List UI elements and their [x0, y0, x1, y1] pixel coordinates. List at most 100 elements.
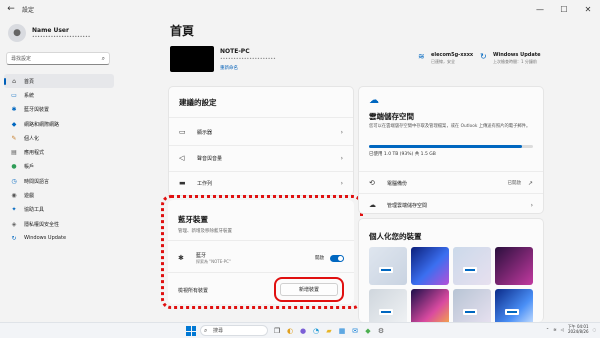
- volume-icon[interactable]: ◁: [561, 327, 564, 332]
- cloud-storage-card: ☁ 雲端儲存空間 您可以在雲端儲存空間中存取及管理檔案，或在 Outlook 上…: [358, 86, 544, 214]
- settings-icon[interactable]: ⚙: [376, 326, 386, 336]
- windows-update-icon: ↻: [11, 234, 17, 242]
- nav-list: ⌂ 首頁 ▭ 系統 ✱ 藍牙與裝置 ◆ 網路和網際網路 ✎ 個人化 ▤ 應用程式 ● 帳戶 ◷ 時間與語言 ◉ 遊…: [4, 74, 114, 246]
- user-profile[interactable]: ● Name User ••••••••••••••••••••••: [8, 24, 90, 42]
- accounts-icon: ●: [11, 163, 17, 171]
- wifi-name: elecom5g-xxxx: [431, 52, 474, 58]
- cloud-manage-icon: ☁: [369, 201, 376, 209]
- explorer-icon[interactable]: ▰: [324, 326, 334, 336]
- theme-thumbnail[interactable]: [411, 247, 449, 285]
- cloud-row-label: 電腦備份: [387, 180, 408, 187]
- divider: [359, 193, 543, 194]
- theme-thumbnail[interactable]: [369, 247, 407, 285]
- wifi-icon: ≋: [418, 52, 425, 61]
- bluetooth-devices-icon: ✱: [11, 106, 17, 114]
- sidebar-item-label: 隱私權與安全性: [24, 221, 60, 228]
- start-button[interactable]: [186, 326, 196, 336]
- search-input[interactable]: 尋找設定 ⌕: [6, 52, 110, 65]
- recommended-row-label: 顯示器: [197, 129, 213, 136]
- personalize-title: 個人化您的裝置: [369, 232, 422, 241]
- sidebar-item-label: 帳戶: [24, 164, 35, 171]
- window-preview: [505, 309, 519, 315]
- taskbar-search-label: 搜尋: [213, 328, 224, 334]
- sidebar-item-7[interactable]: ◷ 時間與語言: [4, 174, 114, 188]
- sidebar-item-label: 應用程式: [24, 150, 45, 157]
- mail-icon[interactable]: ✉: [350, 326, 360, 336]
- chevron-right-icon: ›: [340, 179, 343, 187]
- back-arrow-icon[interactable]: ←: [4, 2, 18, 16]
- maximize-button[interactable]: ☐: [552, 0, 576, 18]
- personalization-icon: ✎: [11, 134, 17, 142]
- wifi-icon[interactable]: ≋: [553, 327, 556, 332]
- apps-icon: ▤: [11, 149, 17, 157]
- sidebar: ● Name User •••••••••••••••••••••• 尋找設定 …: [0, 18, 118, 322]
- cloud-icon: ☁: [369, 95, 379, 106]
- app-icon[interactable]: ◆: [363, 326, 373, 336]
- clock[interactable]: 下午 04:01 2024/8/26: [568, 324, 589, 334]
- windows-update-status[interactable]: ↻ Windows Update 上次檢查時間：1 分鐘前: [480, 52, 541, 65]
- sidebar-item-11[interactable]: ↻ Windows Update: [4, 231, 114, 245]
- sidebar-item-10[interactable]: ◈ 隱私權與安全性: [4, 217, 114, 231]
- rename-link[interactable]: 重新命名: [220, 65, 238, 71]
- recommended-row-display[interactable]: ▭ 顯示器 ›: [169, 123, 353, 141]
- notification-icon[interactable]: ◌: [593, 327, 597, 332]
- chevron-right-icon: ›: [340, 154, 343, 162]
- system-icon: ▭: [11, 91, 17, 99]
- task-view-icon[interactable]: ❐: [272, 326, 282, 336]
- taskbar-icon: ▬: [179, 179, 186, 187]
- recommended-row-label: 工作列: [197, 180, 213, 187]
- display-icon: ▭: [179, 128, 186, 136]
- privacy-icon: ◈: [11, 220, 17, 228]
- sidebar-item-1[interactable]: ▭ 系統: [4, 88, 114, 102]
- sidebar-item-2[interactable]: ✱ 藍牙與裝置: [4, 103, 114, 117]
- edge-icon[interactable]: ◔: [311, 326, 321, 336]
- search-icon: ⌕: [204, 327, 208, 334]
- sidebar-item-8[interactable]: ◉ 遊戲: [4, 188, 114, 202]
- recommended-row-taskbar[interactable]: ▬ 工作列 ›: [169, 175, 353, 191]
- chevron-right-icon: ›: [530, 201, 533, 209]
- sidebar-item-0[interactable]: ⌂ 首頁: [4, 74, 114, 89]
- open-external-icon: ↗: [527, 179, 533, 187]
- sidebar-item-3[interactable]: ◆ 網路和網際網路: [4, 117, 114, 131]
- sidebar-item-label: 系統: [24, 92, 35, 99]
- widgets-icon[interactable]: ◐: [285, 326, 295, 336]
- store-icon[interactable]: ▦: [337, 326, 347, 336]
- pc-thumbnail: [170, 46, 214, 72]
- window-preview: [379, 309, 393, 315]
- window-preview: [379, 267, 393, 273]
- cloud-description: 您可以在雲端儲存空間中存取及管理檔案，或在 Outlook 上傳送有照片的電子郵…: [369, 124, 531, 129]
- divider: [169, 145, 353, 146]
- accessibility-icon: ✦: [11, 206, 17, 214]
- pc-model: •••••••••••••••••••••: [220, 57, 276, 62]
- theme-thumbnail[interactable]: [453, 247, 491, 285]
- user-name: Name User: [32, 26, 69, 34]
- chevron-right-icon: ›: [340, 128, 343, 136]
- sidebar-item-label: 協助工具: [24, 207, 45, 214]
- sound-icon: ◁: [179, 154, 185, 162]
- cloud-usage-bar: [369, 145, 533, 148]
- recommended-settings-card: 建議的設定 ▭ 顯示器 › ◁ 聲音與音量 › ▬ 工作列 ›: [168, 86, 354, 196]
- user-email: ••••••••••••••••••••••: [32, 34, 91, 40]
- sidebar-item-5[interactable]: ▤ 應用程式: [4, 145, 114, 159]
- sidebar-item-label: 網路和網際網路: [24, 121, 60, 128]
- cloud-row-backup[interactable]: ⟲ 電腦備份 已開啟 ↗: [359, 175, 543, 191]
- cloud-row-manage[interactable]: ☁ 管理雲端儲存空間 ›: [359, 197, 543, 213]
- chevron-up-icon[interactable]: ⌃: [546, 327, 549, 332]
- recommended-row-sound[interactable]: ◁ 聲音與音量 ›: [169, 149, 353, 167]
- sidebar-item-label: 個人化: [24, 135, 40, 142]
- wifi-status[interactable]: ≋ elecom5g-xxxx 已連線，安全: [418, 52, 473, 65]
- sidebar-item-label: 遊戲: [24, 193, 35, 200]
- sidebar-item-9[interactable]: ✦ 協助工具: [4, 203, 114, 217]
- chat-icon[interactable]: ●: [298, 326, 308, 336]
- divider: [169, 117, 353, 118]
- sidebar-item-label: Windows Update: [24, 235, 67, 242]
- taskbar: ⌕ 搜尋 ❐ ◐ ● ◔ ▰ ▦ ✉ ◆ ⚙ ⌃ ≋ ◁ 下午 04:01 2024/8/26 …: [0, 322, 600, 338]
- wifi-sub: 已連線，安全: [431, 59, 455, 64]
- theme-thumbnail[interactable]: [495, 247, 533, 285]
- close-button[interactable]: ✕: [576, 0, 600, 18]
- update-title: Windows Update: [493, 52, 541, 58]
- taskbar-search[interactable]: ⌕ 搜尋: [200, 325, 268, 336]
- minimize-button[interactable]: —: [528, 0, 552, 18]
- sidebar-item-6[interactable]: ● 帳戶: [4, 160, 114, 174]
- sidebar-item-4[interactable]: ✎ 個人化: [4, 131, 114, 145]
